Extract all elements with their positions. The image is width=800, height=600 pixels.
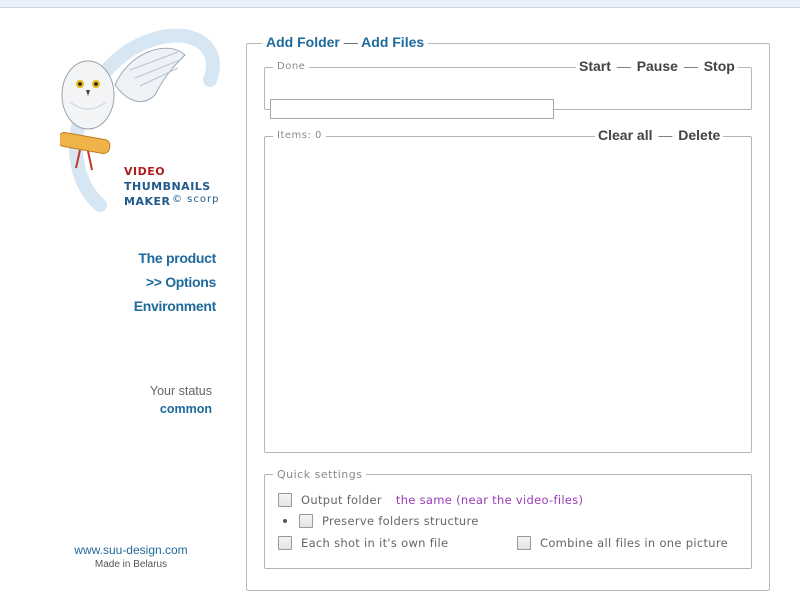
output-folder-checkbox[interactable] <box>278 493 292 507</box>
preserve-structure-checkbox[interactable] <box>299 514 313 528</box>
logo-line-thumbnails: THUMBNAILS <box>124 180 211 193</box>
quick-settings-label: Quick settings <box>273 468 367 481</box>
combine-checkbox[interactable] <box>517 536 531 550</box>
bullet-icon <box>283 519 287 523</box>
window-top-edge <box>0 0 800 8</box>
add-files-button[interactable]: Add Files <box>361 34 424 50</box>
preserve-structure-label: Preserve folders structure <box>322 514 479 528</box>
stop-button[interactable]: Stop <box>704 58 735 74</box>
sidebar: VIDEO THUMBNAILS MAKER © scorp The produ… <box>0 8 240 600</box>
add-folder-button[interactable]: Add Folder <box>266 34 340 50</box>
sidebar-nav: The product >> Options Environment <box>16 246 217 318</box>
combine-row: Combine all files in one picture <box>517 536 728 550</box>
items-list[interactable] <box>264 136 752 453</box>
each-shot-row: Each shot in it's own file <box>278 536 448 550</box>
list-controls: Clear all — Delete <box>595 127 724 143</box>
pause-button[interactable]: Pause <box>637 58 678 74</box>
start-button[interactable]: Start <box>579 58 611 74</box>
controls-separator: — <box>683 58 698 74</box>
progress-bar <box>270 99 554 119</box>
clear-all-button[interactable]: Clear all <box>598 127 652 143</box>
preserve-row: Preserve folders structure <box>283 514 479 528</box>
toolbar-separator: — <box>343 34 358 50</box>
delete-button[interactable]: Delete <box>678 127 720 143</box>
status-label: Your status <box>149 384 212 398</box>
list-separator: — <box>658 127 673 143</box>
each-shot-checkbox[interactable] <box>278 536 292 550</box>
nav-item-product[interactable]: The product <box>16 246 216 270</box>
made-in-label: Made in Belarus <box>94 559 168 570</box>
user-status: Your status common <box>150 382 212 418</box>
items-count: Items: 0 <box>273 130 326 141</box>
footer: www.suu-design.com Made in Belarus <box>60 542 202 572</box>
output-folder-row: Output folder the same (near the video-f… <box>278 493 583 507</box>
logo-copyright: © scorp <box>172 194 220 205</box>
controls-separator: — <box>616 58 631 74</box>
process-controls: Start — Pause — Stop <box>576 58 738 74</box>
output-folder-label: Output folder <box>301 493 382 507</box>
status-value[interactable]: common <box>150 400 212 418</box>
logo-line-video: VIDEO <box>124 165 166 178</box>
done-label: Done <box>273 61 310 72</box>
nav-item-options[interactable]: >> Options <box>16 270 216 294</box>
each-shot-label: Each shot in it's own file <box>301 536 449 550</box>
website-link[interactable]: www.suu-design.com <box>60 542 202 558</box>
add-toolbar: Add Folder — Add Files <box>262 34 429 50</box>
output-folder-value[interactable]: the same (near the video-files) <box>396 493 583 507</box>
nav-item-environment[interactable]: Environment <box>16 294 217 318</box>
combine-label: Combine all files in one picture <box>540 536 728 550</box>
